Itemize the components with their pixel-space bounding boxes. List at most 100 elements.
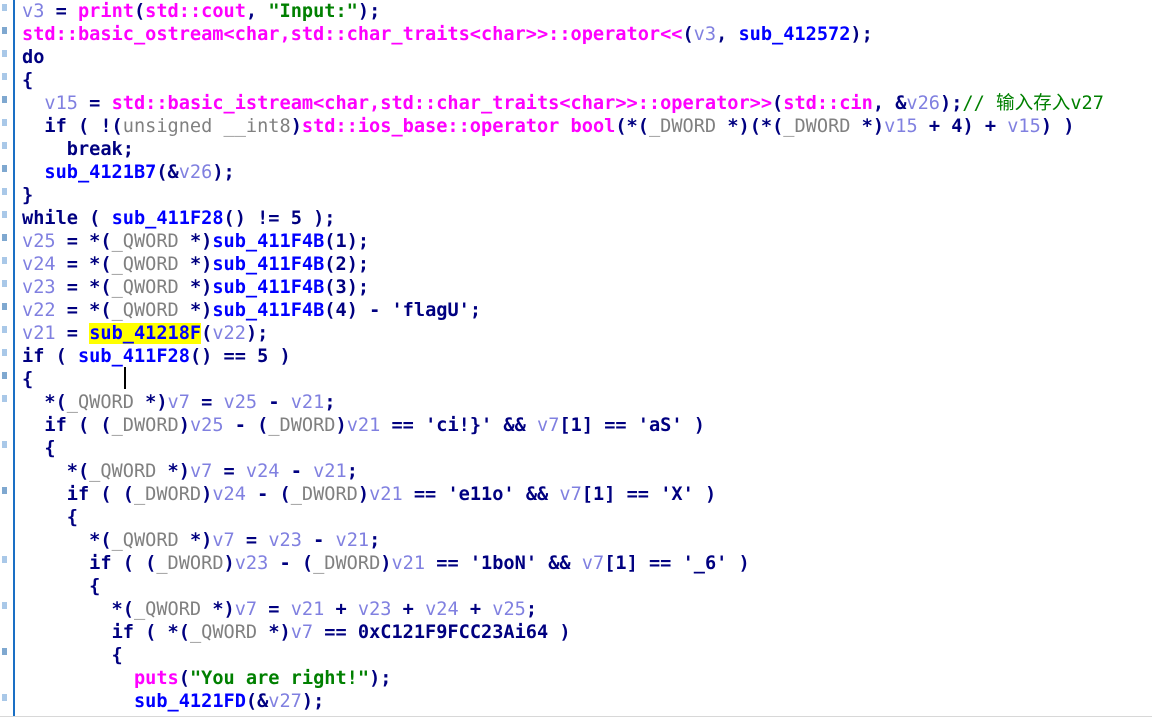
punctuation-token: == bbox=[313, 622, 358, 643]
library-function-token[interactable]: std::cout bbox=[145, 1, 246, 22]
keyword-token: if bbox=[89, 553, 112, 574]
code-line[interactable]: *(_QWORD *)v7 = v25 - v21; bbox=[22, 391, 1152, 414]
code-line[interactable]: *(_QWORD *)v7 = v24 - v21; bbox=[22, 460, 1152, 483]
code-line[interactable]: while ( sub_411F28() != 5 ); bbox=[22, 207, 1152, 230]
local-variable-token[interactable]: v25 bbox=[224, 392, 258, 413]
function-name-token[interactable]: sub_412572 bbox=[738, 24, 850, 45]
function-name-token[interactable]: sub_411F28 bbox=[78, 346, 190, 367]
code-line[interactable]: v22 = *(_QWORD *)sub_411F4B(4) - 'flagU'… bbox=[22, 299, 1152, 322]
code-line[interactable]: { bbox=[22, 644, 1152, 667]
local-variable-token[interactable]: v7 bbox=[212, 530, 234, 551]
local-variable-token[interactable]: v25 bbox=[190, 415, 224, 436]
function-name-token[interactable]: sub_4121B7 bbox=[44, 162, 156, 183]
local-variable-token[interactable]: v21 bbox=[313, 461, 347, 482]
local-variable-token[interactable]: v7 bbox=[235, 599, 257, 620]
local-variable-token[interactable]: v23 bbox=[22, 277, 56, 298]
local-variable-token[interactable]: v26 bbox=[906, 93, 940, 114]
function-name-token[interactable]: sub_4121FD bbox=[134, 691, 246, 712]
local-variable-token[interactable]: v27 bbox=[268, 691, 302, 712]
local-variable-token[interactable]: v25 bbox=[22, 231, 56, 252]
local-variable-token[interactable]: v23 bbox=[235, 553, 269, 574]
code-line[interactable]: } bbox=[22, 184, 1152, 207]
local-variable-token[interactable]: v22 bbox=[212, 323, 246, 344]
local-variable-token[interactable]: v23 bbox=[358, 599, 392, 620]
code-line[interactable]: v24 = *(_QWORD *)sub_411F4B(2); bbox=[22, 253, 1152, 276]
keyword-token: if bbox=[111, 622, 134, 643]
code-line[interactable]: if ( *(_QWORD *)v7 == 0xC121F9FCC23Ai64 … bbox=[22, 621, 1152, 644]
literal-token: 4 bbox=[951, 116, 963, 137]
local-variable-token[interactable]: v25 bbox=[492, 599, 526, 620]
code-line[interactable]: sub_4121B7(&v26); bbox=[22, 161, 1152, 184]
local-variable-token[interactable]: v7 bbox=[537, 415, 559, 436]
code-line[interactable]: *(_QWORD *)v7 = v23 - v21; bbox=[22, 529, 1152, 552]
local-variable-token[interactable]: v24 bbox=[246, 461, 280, 482]
local-variable-token[interactable]: v3 bbox=[694, 24, 716, 45]
highlighted-identifier[interactable]: sub_41218F bbox=[89, 323, 202, 344]
code-line[interactable]: { bbox=[22, 69, 1152, 92]
function-name-token[interactable]: sub_411F4B bbox=[212, 277, 324, 298]
local-variable-token[interactable]: v7 bbox=[168, 392, 190, 413]
library-function-token[interactable]: print bbox=[78, 1, 134, 22]
gutter-tick bbox=[2, 280, 7, 287]
pseudocode-view[interactable]: v3 = print(std::cout, "Input:"); std::bas… bbox=[0, 0, 1152, 721]
local-variable-token[interactable]: v7 bbox=[559, 484, 581, 505]
library-function-token[interactable]: std::cin bbox=[783, 93, 873, 114]
code-line[interactable]: if ( !(unsigned __int8)std::ios_base::op… bbox=[22, 115, 1152, 138]
local-variable-token[interactable]: v15 bbox=[884, 116, 918, 137]
local-variable-token[interactable]: v21 bbox=[347, 415, 381, 436]
local-variable-token[interactable]: v21 bbox=[291, 392, 325, 413]
local-variable-token[interactable]: v21 bbox=[291, 599, 325, 620]
local-variable-token[interactable]: v15 bbox=[44, 93, 78, 114]
code-line[interactable]: do bbox=[22, 46, 1152, 69]
code-line[interactable]: { bbox=[22, 368, 1152, 391]
local-variable-token[interactable]: v7 bbox=[291, 622, 313, 643]
local-variable-token[interactable]: v24 bbox=[212, 484, 246, 505]
type-token: _DWORD bbox=[133, 484, 202, 505]
library-function-token[interactable]: puts bbox=[134, 668, 179, 689]
local-variable-token[interactable]: v24 bbox=[22, 254, 56, 275]
punctuation-token: ) bbox=[357, 484, 370, 505]
code-line[interactable]: break; bbox=[22, 138, 1152, 161]
code-line[interactable]: v3 = print(std::cout, "Input:"); bbox=[22, 0, 1152, 23]
code-line[interactable]: if ( (_DWORD)v25 - (_DWORD)v21 == 'ci!}'… bbox=[22, 414, 1152, 437]
gutter-tick bbox=[2, 372, 7, 379]
local-variable-token[interactable]: v23 bbox=[268, 530, 302, 551]
code-line[interactable]: v25 = *(_QWORD *)sub_411F4B(1); bbox=[22, 230, 1152, 253]
code-line[interactable]: *(_QWORD *)v7 = v21 + v23 + v24 + v25; bbox=[22, 598, 1152, 621]
code-line[interactable]: { bbox=[22, 575, 1152, 598]
code-line[interactable]: std::basic_ostream<char,std::char_traits… bbox=[22, 23, 1152, 46]
library-function-token[interactable]: std::basic_istream<char,std::char_traits… bbox=[112, 93, 772, 114]
local-variable-token[interactable]: v22 bbox=[22, 300, 56, 321]
local-variable-token[interactable]: v21 bbox=[369, 484, 403, 505]
code-line[interactable]: if ( (_DWORD)v24 - (_DWORD)v21 == 'e11o'… bbox=[22, 483, 1152, 506]
code-line[interactable]: { bbox=[22, 437, 1152, 460]
local-variable-token[interactable]: v7 bbox=[582, 553, 604, 574]
punctuation-token: ( bbox=[178, 668, 190, 689]
code-line[interactable]: v15 = std::basic_istream<char,std::char_… bbox=[22, 92, 1152, 115]
function-name-token[interactable]: sub_411F4B bbox=[212, 254, 324, 275]
local-variable-token[interactable]: v3 bbox=[22, 1, 44, 22]
local-variable-token[interactable]: v7 bbox=[190, 461, 212, 482]
local-variable-token[interactable]: v21 bbox=[22, 323, 56, 344]
local-variable-token[interactable]: v26 bbox=[179, 162, 213, 183]
local-variable-token[interactable]: v15 bbox=[1007, 116, 1041, 137]
code-line[interactable]: if ( sub_411F28() == 5 ) bbox=[22, 345, 1152, 368]
code-line[interactable]: puts("You are right!"); bbox=[22, 667, 1152, 690]
punctuation-token: ); bbox=[245, 323, 269, 344]
code-line[interactable]: sub_4121FD(&v27); bbox=[22, 690, 1152, 713]
local-variable-token[interactable]: v21 bbox=[391, 553, 425, 574]
library-function-token[interactable]: std::basic_ostream<char,std::char_traits… bbox=[22, 24, 682, 45]
function-name-token[interactable]: sub_411F28 bbox=[112, 208, 224, 229]
punctuation-token: *) bbox=[212, 599, 235, 620]
function-name-token[interactable]: sub_411F4B bbox=[212, 300, 324, 321]
function-name-token[interactable]: sub_411F4B bbox=[212, 231, 324, 252]
local-variable-token[interactable]: v24 bbox=[425, 599, 459, 620]
code-line[interactable]: { bbox=[22, 506, 1152, 529]
code-line[interactable]: v21 = sub_41218F(v22); bbox=[22, 322, 1152, 345]
local-variable-token[interactable]: v21 bbox=[336, 530, 370, 551]
code-line[interactable]: if ( (_DWORD)v23 - (_DWORD)v21 == '1boN'… bbox=[22, 552, 1152, 575]
code-line[interactable]: v23 = *(_QWORD *)sub_411F4B(3); bbox=[22, 276, 1152, 299]
code-text-area[interactable]: v3 = print(std::cout, "Input:"); std::bas… bbox=[22, 0, 1152, 721]
type-token: _QWORD bbox=[111, 300, 190, 321]
library-function-token[interactable]: std::ios_base::operator bool bbox=[302, 116, 615, 137]
